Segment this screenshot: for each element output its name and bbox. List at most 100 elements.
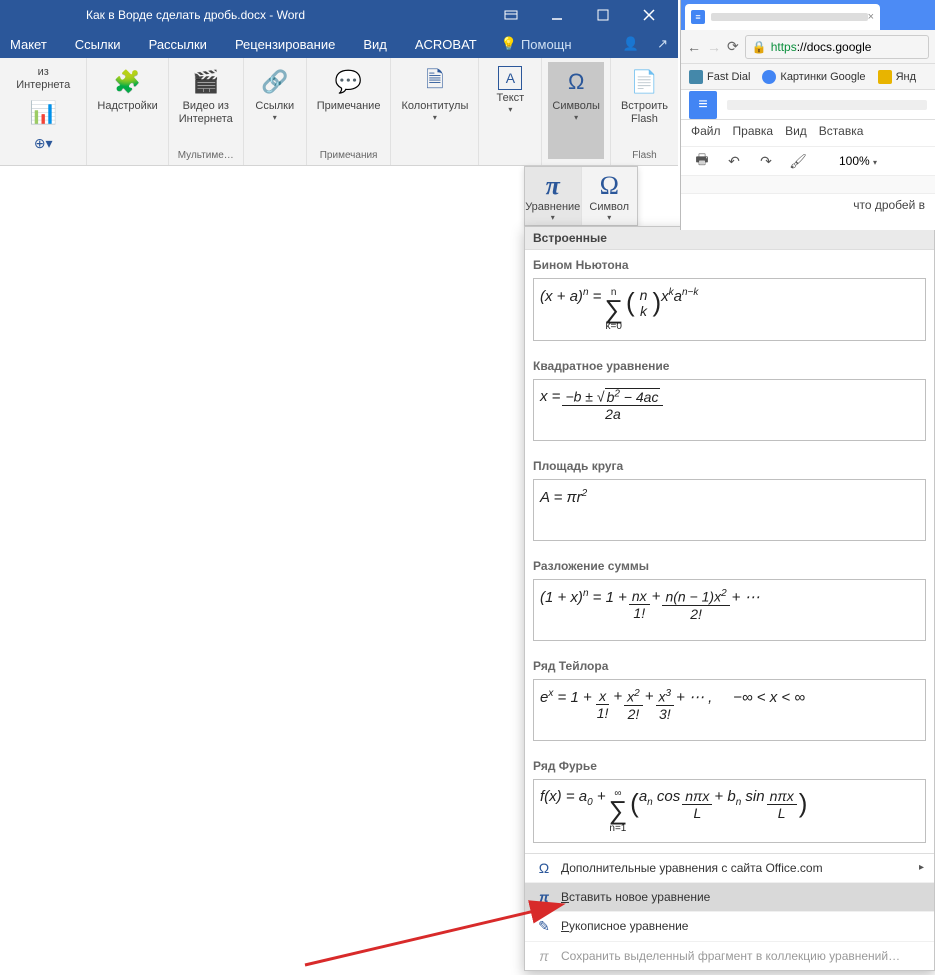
forward-button[interactable]: → (707, 39, 721, 55)
headers-label: Колонтитулы (401, 100, 468, 113)
word-title-text: Как в Ворде сделать дробь.docx - Word (86, 8, 305, 22)
flash-button[interactable]: 📄 Встроить Flash (617, 62, 672, 148)
redo-icon[interactable]: ↷ (755, 150, 777, 172)
eq-item-binom[interactable]: (x + a)n = n∑k=0 (nk) xkan−k (533, 278, 926, 341)
chart-icon: 📊 (27, 97, 59, 129)
equation-gallery: Встроенные Бином Ньютона (x + a)n = n∑k=… (524, 226, 935, 971)
group-symbols: Ω Символы ▾ (542, 58, 611, 165)
gallery-body[interactable]: Бином Ньютона (x + a)n = n∑k=0 (nk) xkan… (525, 250, 934, 853)
equation-dropdown-button[interactable]: π Уравнение ▾ (525, 167, 582, 225)
add-icon: ⊕▾ (27, 127, 59, 159)
tab-mailings[interactable]: Рассылки (145, 33, 211, 56)
ribbon-display-options[interactable] (488, 0, 534, 30)
footer-more-equations[interactable]: Ω Дополнительные уравнения с сайта Offic… (525, 854, 934, 882)
maximize-button[interactable] (580, 0, 626, 30)
group-flash: 📄 Встроить Flash Flash (611, 58, 678, 165)
gdocs-menu-edit[interactable]: Правка (733, 124, 774, 142)
chevron-down-icon: ▾ (607, 213, 611, 222)
group-internet: из Интернета 📊 ⊕▾ ии (0, 58, 87, 165)
eq-item-circle[interactable]: A = πr2 (533, 479, 926, 541)
gdocs-menu-file[interactable]: Файл (691, 124, 721, 142)
group-addins: 🧩 Надстройки (87, 58, 168, 165)
share-icon[interactable]: ↗ (657, 36, 668, 52)
url-https: https (771, 40, 797, 54)
bookmark-google-images[interactable]: Картинки Google (762, 70, 865, 84)
close-button[interactable] (626, 0, 672, 30)
chrome-toolbar: ← → ⟳ 🔒 https://docs.google (681, 30, 935, 64)
addins-button[interactable]: 🧩 Надстройки (93, 62, 161, 159)
pi-icon: π (546, 171, 560, 201)
gdocs-menu-insert[interactable]: Вставка (819, 124, 864, 142)
address-bar[interactable]: 🔒 https://docs.google (745, 35, 929, 59)
tab-layout[interactable]: Макет (6, 33, 51, 56)
undo-icon[interactable]: ↶ (723, 150, 745, 172)
zoom-select[interactable]: 100% ▾ (839, 154, 877, 168)
gdocs-menu-view[interactable]: Вид (785, 124, 807, 142)
gdocs-document-area[interactable]: что дробей в (681, 194, 935, 202)
eq-item-quad[interactable]: x = −b ± √b2 − 4ac2a (533, 379, 926, 441)
headers-button[interactable]: 🗎 Колонтитулы ▾ (397, 62, 472, 159)
bookmark-fastdial[interactable]: Fast Dial (689, 70, 750, 84)
text-button[interactable]: A Текст ▾ (485, 62, 535, 159)
lightbulb-icon: 💡 (501, 36, 517, 52)
video-label: Видео из Интернета (179, 100, 233, 125)
eq-category-taylor: Ряд Тейлора (525, 651, 934, 677)
flash-icon: 📄 (628, 66, 660, 98)
bookmark-yandex[interactable]: Янд (878, 70, 916, 84)
chrome-tab-docs[interactable]: ≡ × (685, 4, 880, 30)
eq-item-taylor[interactable]: ex = 1 + x1! + x22! + x33! + ⋯ , −∞ < x … (533, 679, 926, 741)
yandex-icon (878, 70, 892, 84)
internet-media-button[interactable]: из Интернета 📊 ⊕▾ (6, 62, 80, 165)
footer-more-label: Дополнительные уравнения с сайта Office.… (561, 861, 823, 875)
eq-item-fourier[interactable]: f(x) = a0 + ∞∑n=1 ( an cosnπxL + bn sinn… (533, 779, 926, 842)
internet-label: из Интернета (10, 66, 76, 91)
minimize-button[interactable] (534, 0, 580, 30)
back-button[interactable]: ← (687, 39, 701, 55)
group-headers: 🗎 Колонтитулы ▾ (391, 58, 479, 165)
symbol-flyout-label: Символ (589, 201, 629, 213)
eq-category-quad: Квадратное уравнение (525, 351, 934, 377)
symbols-label: Символы (552, 100, 600, 113)
gdocs-app-icon[interactable]: ≡ (689, 91, 717, 119)
chevron-down-icon: ▾ (273, 113, 277, 122)
tab-acrobat[interactable]: ACROBAT (411, 33, 481, 56)
pi-grey-icon: π (535, 948, 553, 964)
ribbon-tab-strip: Макет Ссылки Рассылки Рецензирование Вид… (0, 30, 678, 58)
gdocs-menu-bar: Файл Правка Вид Вставка (681, 120, 935, 146)
footer-insert-new-equation[interactable]: π Вставить новое уравнение (525, 882, 934, 911)
symbols-button[interactable]: Ω Символы ▾ (548, 62, 604, 159)
link-icon: 🔗 (259, 66, 291, 98)
gdocs-ruler[interactable] (681, 176, 935, 194)
store-icon: 🧩 (112, 66, 144, 98)
tab-review[interactable]: Рецензирование (231, 33, 339, 56)
group-links: 🔗 Ссылки ▾ (244, 58, 307, 165)
gdocs-doc-title[interactable] (727, 100, 927, 110)
tab-title-placeholder (711, 13, 868, 21)
tell-me-search[interactable]: 💡 Помощн (501, 36, 572, 52)
footer-save-selection: π Сохранить выделенный фрагмент в коллек… (525, 941, 934, 970)
comment-button[interactable]: 💬 Примечание (313, 62, 385, 148)
eq-item-sum[interactable]: (1 + x)n = 1 + nx1! + n(n − 1)x22! + ⋯ (533, 579, 926, 641)
tab-view[interactable]: Вид (359, 33, 391, 56)
lock-icon: 🔒 (752, 40, 767, 54)
paint-format-icon[interactable]: 🖌 (787, 150, 809, 172)
reload-button[interactable]: ⟳ (727, 38, 739, 55)
addins-label: Надстройки (97, 100, 157, 113)
close-tab-icon[interactable]: × (868, 11, 874, 23)
gdocs-visible-text: что дробей в (853, 198, 925, 212)
omega-icon: Ω (560, 66, 592, 98)
footer-ink-equation[interactable]: ✎ Рукописное уравнение (525, 911, 934, 941)
header-icon: 🗎 (419, 66, 451, 98)
links-button[interactable]: 🔗 Ссылки ▾ (250, 62, 300, 159)
print-icon[interactable]: 🖶 (691, 150, 713, 172)
ribbon: из Интернета 📊 ⊕▾ ии 🧩 Надстройки 🎬 Виде (0, 58, 678, 166)
chevron-down-icon: ▾ (551, 213, 555, 222)
account-icon[interactable]: 👤 (623, 36, 639, 52)
gallery-header: Встроенные (525, 227, 934, 250)
symbol-dropdown-button[interactable]: Ω Символ ▾ (582, 167, 638, 225)
tab-references[interactable]: Ссылки (71, 33, 125, 56)
tell-me-label: Помощн (521, 37, 572, 52)
url-rest: ://docs.google (797, 40, 872, 54)
flash-label: Встроить Flash (621, 100, 668, 125)
online-video-button[interactable]: 🎬 Видео из Интернета (175, 62, 237, 148)
